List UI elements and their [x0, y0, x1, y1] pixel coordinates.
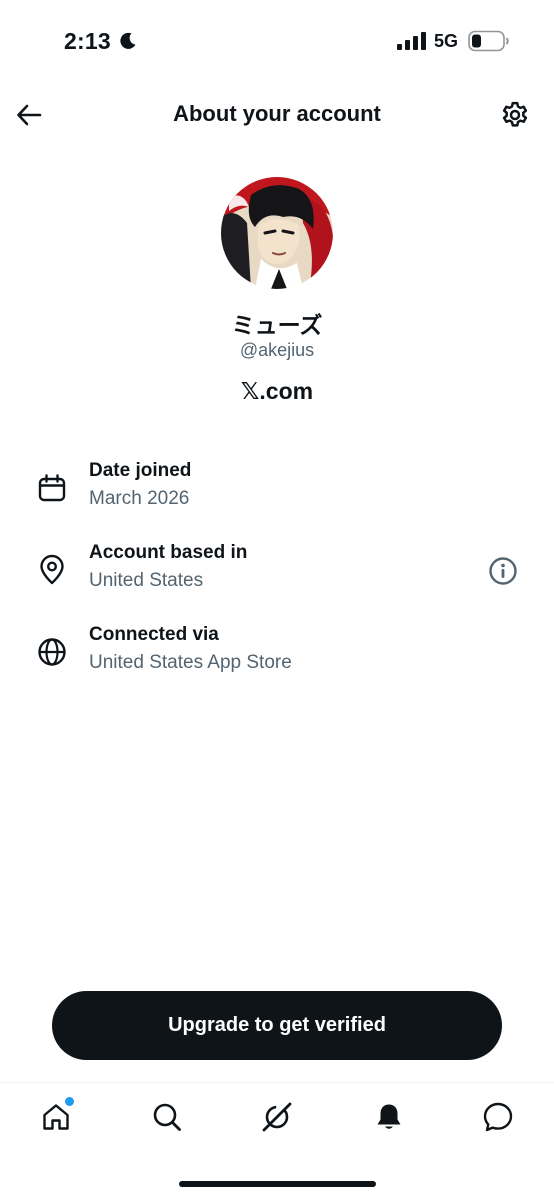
nav-messages[interactable] — [478, 1097, 518, 1137]
info-value: March 2026 — [89, 488, 190, 509]
nav-home[interactable] — [36, 1097, 76, 1137]
status-bar: 2:13 5G — [0, 0, 554, 80]
search-icon — [153, 1103, 181, 1131]
display-name: ミューズ — [231, 312, 323, 338]
upgrade-button[interactable]: Upgrade to get verified — [52, 991, 502, 1060]
grok-icon — [262, 1102, 292, 1132]
notification-dot — [65, 1097, 74, 1106]
messages-icon — [483, 1102, 513, 1132]
calendar-icon — [38, 474, 66, 502]
info-label: Account based in — [89, 542, 248, 563]
info-row-account-based-in: Account based in United States — [0, 540, 554, 604]
status-time: 2:13 — [64, 28, 111, 54]
moon-icon — [120, 32, 136, 49]
page-title: About your account — [173, 101, 381, 126]
globe-icon — [38, 638, 66, 666]
domain-label: 𝕏.com — [240, 378, 314, 404]
header: About your account — [0, 88, 554, 144]
info-value: United States — [89, 570, 204, 591]
nav-search[interactable] — [147, 1097, 187, 1137]
avatar[interactable] — [221, 177, 333, 289]
handle: @akejius — [239, 340, 315, 360]
info-row-date-joined: Date joined March 2026 — [0, 458, 554, 522]
home-indicator — [179, 1181, 376, 1187]
signal-icon — [397, 32, 426, 50]
nav-grok[interactable] — [257, 1097, 297, 1137]
network-label: 5G — [434, 31, 459, 51]
info-row-connected-via: Connected via United States App Store — [0, 622, 554, 686]
info-label: Connected via — [89, 624, 219, 645]
info-icon[interactable] — [488, 556, 518, 586]
settings-button[interactable] — [498, 98, 532, 132]
gear-icon — [502, 101, 528, 127]
info-label: Date joined — [89, 460, 192, 481]
nav-notifications[interactable] — [369, 1097, 409, 1137]
battery-icon — [468, 30, 509, 52]
info-value: United States App Store — [89, 652, 292, 673]
location-pin-icon — [40, 554, 64, 585]
avatar-image — [221, 177, 333, 289]
notifications-icon — [377, 1104, 401, 1129]
